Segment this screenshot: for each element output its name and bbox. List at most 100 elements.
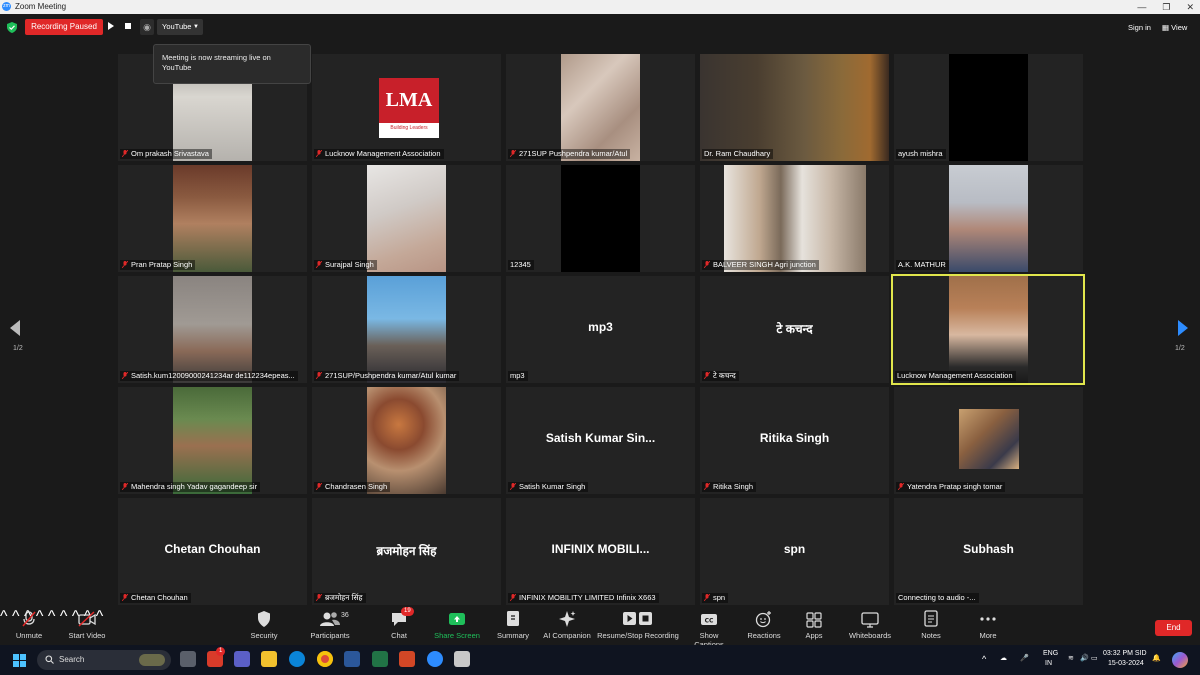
stream-platform-label: YouTube: [162, 22, 192, 31]
notification-bell-icon[interactable]: 🔔: [1152, 654, 1161, 662]
search-highlight-icon: [139, 654, 165, 666]
chevron-up-icon[interactable]: ^: [0, 608, 8, 625]
copilot-icon[interactable]: [1172, 652, 1188, 668]
muted-mic-icon: [122, 261, 128, 268]
muted-mic-icon: [122, 372, 128, 379]
view-button[interactable]: ▦ View: [1162, 23, 1187, 32]
more-button[interactable]: More: [974, 610, 1002, 640]
clock-time[interactable]: 03:32 PM SID: [1103, 650, 1147, 657]
window-controls: — ❐ ✕: [1137, 0, 1194, 14]
participant-tile[interactable]: 12345: [506, 165, 695, 272]
next-page-arrow[interactable]: [1178, 320, 1188, 336]
taskbar-search-box[interactable]: Search: [37, 650, 171, 670]
language-indicator[interactable]: ENG: [1043, 650, 1058, 657]
edge-icon[interactable]: [289, 651, 305, 667]
microphone-icon[interactable]: 🎤: [1020, 654, 1029, 662]
app-notification-badge: 1: [216, 647, 226, 656]
resume-stop-recording-button[interactable]: Resume/Stop Recording: [596, 610, 680, 640]
participant-tile[interactable]: Yatendra Pratap singh tomar: [894, 387, 1083, 494]
participant-tile[interactable]: Satish.kum12009000241234ar de112234epeas…: [118, 276, 307, 383]
show-captions-button[interactable]: CC Show Captions: [684, 610, 734, 649]
restore-icon[interactable]: ❐: [1162, 0, 1170, 14]
participant-tile[interactable]: INFINIX MOBILI... INFINIX MOBILITY LIMIT…: [506, 498, 695, 605]
participant-tile[interactable]: Pran Pratap Singh: [118, 165, 307, 272]
recording-paused-button[interactable]: Recording Paused: [25, 19, 103, 35]
task-view-icon[interactable]: [180, 651, 196, 667]
chevron-up-icon[interactable]: ^: [48, 608, 56, 625]
file-explorer-icon[interactable]: [261, 651, 277, 667]
notes-button[interactable]: Notes: [918, 610, 944, 640]
search-icon: [45, 655, 54, 664]
participant-tile[interactable]: spn spn: [700, 498, 889, 605]
summary-button[interactable]: Summary: [496, 610, 530, 640]
participant-name-label: Om prakash Srivastava: [120, 149, 212, 159]
participant-tile[interactable]: ayush mishra: [894, 54, 1083, 161]
streaming-tooltip: Meeting is now streaming live on YouTube: [153, 44, 311, 84]
close-icon[interactable]: ✕: [1186, 0, 1194, 14]
share-screen-icon: [449, 613, 465, 625]
zoom-icon[interactable]: [427, 651, 443, 667]
resume-recording-icon[interactable]: [108, 22, 114, 30]
summary-icon: [507, 611, 519, 626]
wifi-icon[interactable]: ≋: [1068, 654, 1074, 662]
muted-mic-icon: [122, 150, 128, 157]
video-feed: [561, 54, 640, 161]
participant-tile[interactable]: ब्रजमोहन सिंह ब्रजमोहन सिंह: [312, 498, 501, 605]
minimize-icon[interactable]: —: [1137, 0, 1146, 14]
participant-tile[interactable]: 271SUP Pushpendra kumar/Atul: [506, 54, 695, 161]
word-icon[interactable]: [344, 651, 360, 667]
sign-in-link[interactable]: Sign in: [1128, 23, 1151, 32]
participant-tile[interactable]: BALVEER SINGH Agri junction: [700, 165, 889, 272]
participant-name-label: Chetan Chouhan: [120, 593, 191, 603]
participant-tile[interactable]: Subhash Connecting to audio -...: [894, 498, 1083, 605]
active-speaker-tile[interactable]: Lucknow Management Association: [891, 274, 1085, 385]
participant-tile[interactable]: A.K. MATHUR: [894, 165, 1083, 272]
powerpoint-icon[interactable]: [399, 651, 415, 667]
live-stream-icon[interactable]: ◉: [140, 19, 154, 35]
start-video-button[interactable]: Start Video: [66, 610, 108, 640]
chevron-up-icon[interactable]: ^: [982, 654, 986, 664]
cloud-icon[interactable]: ☁: [1000, 654, 1007, 662]
excel-icon[interactable]: [372, 651, 388, 667]
participant-name-label: Chandrasen Singh: [314, 482, 391, 492]
participant-tile[interactable]: Chandrasen Singh: [312, 387, 501, 494]
participant-tile[interactable]: 271SUP/Pushpendra kumar/Atul kumar: [312, 276, 501, 383]
participant-tile[interactable]: Mahendra singh Yadav gagandeep sir: [118, 387, 307, 494]
participant-name-label: Surajpal Singh: [314, 260, 377, 270]
participant-name-label: Lucknow Management Association: [314, 149, 444, 159]
participant-tile[interactable]: Ritika Singh Ritika Singh: [700, 387, 889, 494]
svg-text:CC: CC: [705, 618, 714, 625]
language-region: IN: [1045, 660, 1052, 667]
share-screen-button[interactable]: Share Screen: [434, 610, 480, 640]
whiteboards-button[interactable]: Whiteboards: [848, 610, 892, 640]
participant-tile[interactable]: LMA Building Leaders Lucknow Management …: [312, 54, 501, 161]
unmute-button[interactable]: Unmute: [12, 610, 46, 640]
volume-icon[interactable]: 🔊: [1080, 654, 1089, 662]
snipping-tool-icon[interactable]: [454, 651, 470, 667]
apps-button[interactable]: Apps: [804, 610, 824, 640]
participant-tile[interactable]: टे कचन्द टे कचन्द: [700, 276, 889, 383]
windows-start-icon[interactable]: [13, 654, 26, 667]
participant-tile[interactable]: Surajpal Singh: [312, 165, 501, 272]
participant-name-label: Mahendra singh Yadav gagandeep sir: [120, 482, 261, 492]
reactions-button[interactable]: Reactions: [746, 610, 782, 640]
participant-tile[interactable]: Satish Kumar Sin... Satish Kumar Singh: [506, 387, 695, 494]
participant-tile[interactable]: Dr. Ram Chaudhary: [700, 54, 889, 161]
grid-icon: ▦: [1162, 23, 1172, 32]
participant-name-label: spn: [702, 593, 729, 603]
participant-tile[interactable]: mp3 mp3: [506, 276, 695, 383]
stream-platform-dropdown[interactable]: YouTube ▼: [157, 19, 203, 35]
previous-page-arrow[interactable]: [10, 320, 20, 336]
ai-companion-button[interactable]: AI Companion: [542, 610, 592, 640]
end-meeting-button[interactable]: End: [1155, 620, 1192, 636]
chrome-icon[interactable]: [317, 651, 333, 667]
window-title: Zoom Meeting: [15, 2, 67, 11]
participant-name-label: BALVEER SINGH Agri junction: [702, 260, 819, 270]
teams-icon[interactable]: [234, 651, 250, 667]
security-button[interactable]: Security: [248, 610, 280, 640]
stop-recording-icon[interactable]: [125, 23, 131, 29]
battery-icon[interactable]: ▭: [1091, 654, 1098, 662]
shield-icon[interactable]: [7, 22, 17, 33]
participant-tile[interactable]: Chetan Chouhan Chetan Chouhan: [118, 498, 307, 605]
recording-controls-icon: [623, 612, 652, 625]
